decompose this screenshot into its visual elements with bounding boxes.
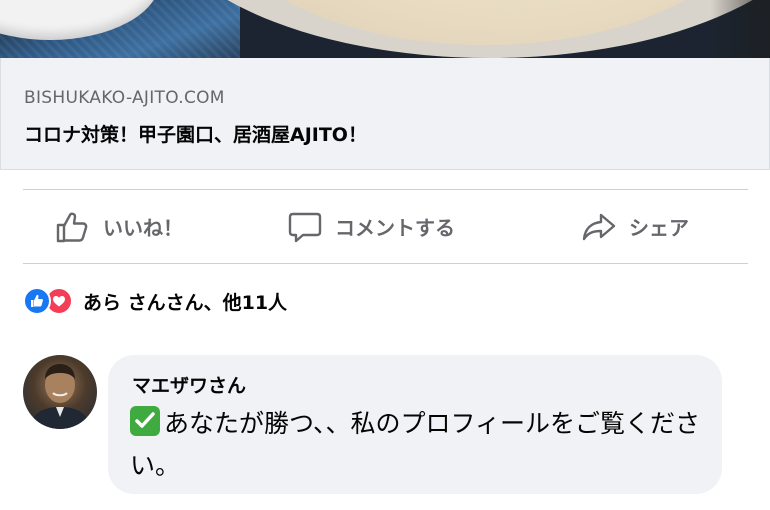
comment-author[interactable]: マエザワさん (132, 371, 246, 398)
like-label: いいね！ (103, 216, 183, 240)
share-arrow-icon (581, 209, 617, 245)
comment-label: コメントする (335, 216, 455, 240)
link-preview-card[interactable]: BISHUKAKO-AJITO.COM コロナ対策！甲子園口、居酒屋AJITO！ (0, 58, 770, 170)
comment-bubble: マエザワさん あなたが勝つ、、私のプロフィールをご覧ください。 (108, 355, 722, 494)
comment-body-container: あなたが勝つ、、私のプロフィールをご覧ください。 (130, 403, 710, 487)
like-button[interactable]: いいね！ (55, 190, 183, 263)
link-domain: BISHUKAKO-AJITO.COM (24, 88, 225, 108)
reactions-summary-text: あら さんさん、他11人 (83, 291, 288, 314)
reactions-summary[interactable]: あら さんさん、他11人 (23, 287, 287, 315)
share-button[interactable]: シェア (581, 190, 689, 263)
commenter-avatar[interactable] (23, 355, 97, 429)
image-right-edge (710, 0, 770, 58)
check-mark-icon (130, 406, 160, 436)
post-action-bar: いいね！ コメントする シェア (23, 190, 748, 263)
comment-body: あなたが勝つ、、私のプロフィールをご覧ください。 (130, 409, 701, 480)
thumbs-up-icon (55, 209, 91, 245)
link-title: コロナ対策！甲子園口、居酒屋AJITO！ (24, 124, 367, 146)
speech-bubble-icon (287, 209, 323, 245)
link-preview-image[interactable] (0, 0, 770, 58)
share-label: シェア (629, 216, 689, 240)
divider-bottom (23, 263, 748, 264)
like-reaction-icon (23, 287, 51, 315)
comment-button[interactable]: コメントする (287, 190, 455, 263)
